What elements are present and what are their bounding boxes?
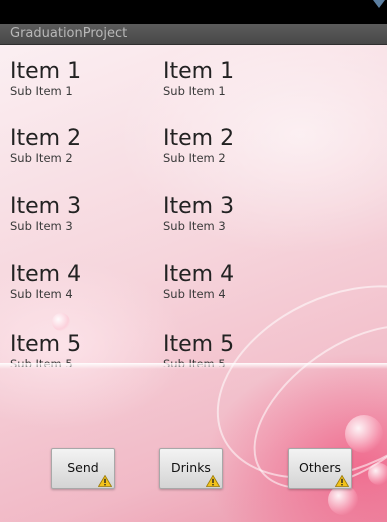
list-row[interactable]: Item 2 Sub Item 2 Item 2 Sub Item 2 — [0, 127, 387, 193]
app-title: GraduationProject — [10, 26, 128, 41]
item-title: Item 4 — [163, 262, 235, 287]
list-row[interactable]: Item 1 Sub Item 1 Item 1 Sub Item 1 — [0, 60, 387, 126]
list-item[interactable]: Item 2 Sub Item 2 — [10, 126, 82, 166]
item-subtitle: Sub Item 2 — [163, 151, 226, 165]
status-bar — [0, 0, 387, 24]
list-item[interactable]: Item 5 Sub Item 5 — [163, 332, 235, 368]
list-item[interactable]: Item 4 Sub Item 4 — [163, 262, 235, 302]
item-subtitle: Sub Item 1 — [10, 84, 73, 98]
item-subtitle: Sub Item 1 — [163, 84, 226, 98]
main-content: Item 1 Sub Item 1 Item 1 Sub Item 1 Item… — [0, 45, 387, 522]
title-bar: GraduationProject — [0, 24, 387, 45]
item-title: Item 1 — [10, 59, 82, 84]
signal-icon — [373, 0, 385, 8]
list-item[interactable]: Item 3 Sub Item 3 — [163, 194, 235, 234]
list-item[interactable]: Item 2 Sub Item 2 — [163, 126, 235, 166]
others-button-label: Others — [298, 460, 341, 475]
warning-icon — [98, 475, 112, 487]
others-button[interactable]: Others — [288, 448, 352, 489]
background-bubble — [368, 463, 387, 485]
item-title: Item 5 — [10, 332, 82, 357]
background-bubble — [328, 485, 358, 515]
list-divider — [0, 363, 387, 369]
drinks-button[interactable]: Drinks — [159, 448, 223, 489]
item-title: Item 3 — [163, 194, 235, 219]
item-subtitle: Sub Item 2 — [10, 151, 73, 165]
warning-icon — [206, 475, 220, 487]
list-row[interactable]: Item 4 Sub Item 4 Item 4 Sub Item 4 — [0, 263, 387, 329]
list-item[interactable]: Item 1 Sub Item 1 — [10, 59, 82, 99]
item-title: Item 4 — [10, 262, 82, 287]
list-item[interactable]: Item 4 Sub Item 4 — [10, 262, 82, 302]
warning-icon — [335, 475, 349, 487]
list-item[interactable]: Item 3 Sub Item 3 — [10, 194, 82, 234]
list-item[interactable]: Item 5 Sub Item 5 — [10, 332, 82, 368]
list-item[interactable]: Item 1 Sub Item 1 — [163, 59, 235, 99]
item-subtitle: Sub Item 4 — [10, 287, 73, 301]
list-row[interactable]: Item 3 Sub Item 3 Item 3 Sub Item 3 — [0, 195, 387, 261]
item-title: Item 5 — [163, 332, 235, 357]
list-row[interactable]: Item 5 Sub Item 5 Item 5 Sub Item 5 — [0, 332, 387, 368]
send-button[interactable]: Send — [51, 448, 115, 489]
drinks-button-label: Drinks — [171, 460, 211, 475]
item-title: Item 2 — [10, 126, 82, 151]
item-list: Item 1 Sub Item 1 Item 1 Sub Item 1 Item… — [0, 45, 387, 368]
item-title: Item 3 — [10, 194, 82, 219]
item-title: Item 1 — [163, 59, 235, 84]
item-subtitle: Sub Item 4 — [163, 287, 226, 301]
item-subtitle: Sub Item 3 — [163, 219, 226, 233]
send-button-label: Send — [67, 460, 99, 475]
item-subtitle: Sub Item 3 — [10, 219, 73, 233]
item-title: Item 2 — [163, 126, 235, 151]
